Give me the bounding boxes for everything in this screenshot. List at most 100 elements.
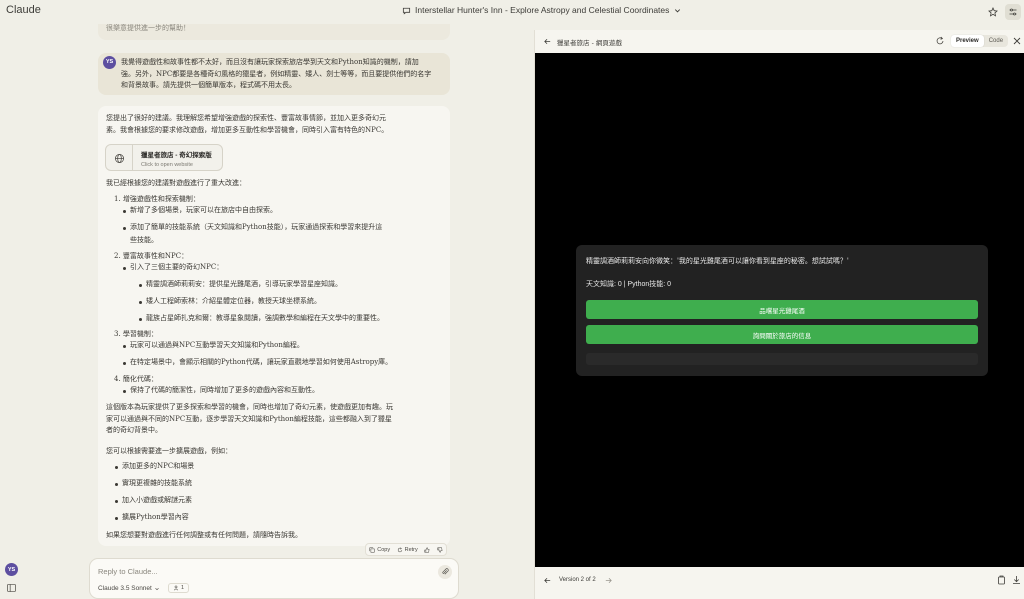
reply-input[interactable] bbox=[98, 567, 398, 576]
list-item: 實現更複雜的技能系統 bbox=[122, 479, 192, 487]
artifact-subtitle: Click to open website bbox=[141, 162, 193, 168]
bullet bbox=[123, 267, 126, 270]
user-line: 和背景故事。請先提供一個簡單版本，程式碼不用太長。 bbox=[121, 81, 296, 89]
copy-button[interactable]: Copy bbox=[369, 547, 390, 553]
list-item-continued: 些技能。 bbox=[130, 236, 158, 244]
chevron-down-icon bbox=[675, 8, 681, 12]
model-selector[interactable]: Claude 3.5 Sonnet bbox=[98, 585, 160, 592]
bullet bbox=[115, 483, 118, 486]
version-label: Version 2 of 2 bbox=[559, 577, 596, 583]
section-title: 2. 豐富故事性和NPC： bbox=[114, 252, 189, 260]
list-item: 龍族占星師扎克和爾：教導星象閱讀，強調數學和編程在天文學中的重要性。 bbox=[146, 314, 384, 322]
bullet bbox=[139, 318, 142, 321]
chevron-down-icon bbox=[155, 587, 159, 590]
bullet bbox=[115, 517, 118, 520]
close-icon[interactable] bbox=[1013, 37, 1021, 45]
list-item: 矮人工程師索林：介紹星體定位器，教授天球坐標系統。 bbox=[146, 297, 321, 305]
summary-line: 這個版本為玩家提供了更多探索和學習的機會，同時也增加了奇幻元素，使遊戲更加有趣。… bbox=[106, 403, 393, 411]
bullet bbox=[123, 227, 126, 230]
paperclip-icon bbox=[442, 568, 449, 575]
list-item: 玩家可以通過與NPC互動學習天文知識和Python編程。 bbox=[130, 341, 304, 349]
top-bar: Claude Interstellar Hunter's Inn - Explo… bbox=[0, 0, 1024, 24]
user-message: YS 我覺得遊戲性和故事性都不太好，而且沒有讓玩家探索旅店學到天文和Python… bbox=[98, 53, 450, 95]
artifact-panel: 獵星者旅店 - 網頁遊戲 Preview Code 精靈調酒師莉莉安向你微笑：'… bbox=[534, 30, 1024, 599]
bullet bbox=[115, 466, 118, 469]
next-version-icon[interactable] bbox=[604, 576, 613, 585]
section-title: 4. 簡化代碼： bbox=[114, 375, 158, 383]
sliders-icon bbox=[1009, 8, 1017, 16]
bullet bbox=[123, 390, 126, 393]
user-line: 強。另外，NPC都要是各種奇幻風格的獵星者，例如精靈、矮人、劍士等等，而且要提供… bbox=[121, 69, 432, 78]
game-window: 精靈調酒師莉莉安向你微笑：'我的星光雞尾酒可以讓你看到星座的秘密。想試試嗎？' … bbox=[576, 245, 988, 376]
chat-area: 很樂意提供進一步的幫助！ YS 我覺得遊戲性和故事性都不太好，而且沒有讓玩家探索… bbox=[0, 24, 534, 599]
chat-settings-button[interactable] bbox=[1005, 4, 1021, 20]
code-tab[interactable]: Code bbox=[984, 35, 1008, 47]
game-code-area bbox=[586, 353, 978, 365]
npc-dialogue: 精靈調酒師莉莉安向你微笑：'我的星光雞尾酒可以讓你看到星座的秘密。想試試嗎？' bbox=[586, 257, 849, 265]
message-actions: Copy Retry bbox=[365, 543, 447, 556]
reply-composer: Claude 3.5 Sonnet 1 bbox=[89, 558, 459, 599]
previous-message-tail: 很樂意提供進一步的幫助！ bbox=[98, 24, 450, 40]
chat-title-button[interactable]: Interstellar Hunter's Inn - Explore Astr… bbox=[402, 5, 682, 15]
list-item: 新增了多個場景，玩家可以在旅店中自由探索。 bbox=[130, 206, 277, 214]
thumbs-down-icon bbox=[437, 546, 443, 553]
style-selector[interactable]: 1 bbox=[168, 583, 190, 593]
bullet bbox=[123, 345, 126, 348]
list-item: 擴展Python學習內容 bbox=[122, 513, 189, 521]
summary-line: 家可以通過與不同的NPC互動，逐步學習天文知識和Python編程技能，這些都融入… bbox=[106, 414, 392, 423]
intro-line: 素。我會根據您的要求修改遊戲，增加更多互動性和學習機會，同時引入富有特色的NPC… bbox=[106, 125, 389, 134]
bullet bbox=[123, 362, 126, 365]
refresh-icon[interactable] bbox=[935, 36, 945, 46]
summary-paragraph: 這個版本為玩家提供了更多探索和學習的機會，同時也增加了奇幻元素，使遊戲更加有趣。… bbox=[106, 402, 393, 437]
choice-button-inn-info[interactable]: 詢問關於旅店的信息 bbox=[586, 325, 978, 344]
user-line: 我覺得遊戲性和故事性都不太好，而且沒有讓玩家探索旅店學到天文和Python知識的… bbox=[121, 58, 419, 66]
section-title: 1. 增強遊戲性和探索機制： bbox=[114, 195, 200, 203]
copy-icon bbox=[369, 546, 375, 553]
bullet bbox=[139, 301, 142, 304]
thumbs-down-button[interactable] bbox=[437, 546, 443, 553]
previous-message-text: 很樂意提供進一步的幫助！ bbox=[106, 24, 190, 32]
copy-icon[interactable] bbox=[997, 575, 1006, 585]
back-arrow-icon[interactable] bbox=[543, 37, 552, 46]
view-toggle: Preview Code bbox=[951, 35, 1009, 47]
preview-tab[interactable]: Preview bbox=[951, 35, 984, 47]
artifact-preview: 精靈調酒師莉莉安向你微笑：'我的星光雞尾酒可以讓你看到星座的秘密。想試試嗎？' … bbox=[535, 53, 1024, 567]
card-divider bbox=[132, 145, 133, 170]
artifact-panel-title: 獵星者旅店 - 網頁遊戲 bbox=[557, 39, 622, 47]
attach-button[interactable] bbox=[438, 565, 452, 579]
assistant-message: 您提出了很好的建議。我理解您希望增強遊戲的探索性、豐富故事情節，並加入更多奇幻元… bbox=[98, 106, 450, 546]
thumbs-up-icon bbox=[424, 546, 430, 553]
model-name: Claude 3.5 Sonnet bbox=[98, 585, 152, 592]
intro-line: 您提出了很好的建議。我理解您希望增強遊戲的探索性、豐富故事情節，並加入更多奇幻元 bbox=[106, 114, 386, 122]
artifact-card[interactable]: 獵星者旅店 - 奇幻探索版 Click to open website bbox=[105, 144, 223, 171]
star-button[interactable] bbox=[985, 4, 1001, 20]
retry-label: Retry bbox=[404, 546, 418, 553]
artifact-panel-footer: Version 2 of 2 bbox=[535, 567, 1024, 599]
previous-version-icon[interactable] bbox=[543, 576, 552, 585]
globe-icon bbox=[115, 154, 124, 163]
account-avatar[interactable]: YS bbox=[5, 563, 18, 576]
user-message-text: 我覺得遊戲性和故事性都不太好，而且沒有讓玩家探索旅店學到天文和Python知識的… bbox=[121, 57, 431, 92]
list-item: 引入了三個主要的奇幻NPC： bbox=[130, 263, 224, 271]
user-avatar: YS bbox=[103, 56, 116, 69]
further-heading: 您可以根據需要進一步擴展遊戲，例如： bbox=[106, 447, 232, 455]
thumbs-up-button[interactable] bbox=[424, 546, 430, 553]
assistant-intro: 您提出了很好的建議。我理解您希望增強遊戲的探索性、豐富故事情節，並加入更多奇幻元… bbox=[106, 113, 388, 136]
list-item: 在特定場景中，會顯示相關的Python代碼，讓玩家直觀地學習如何使用Astrop… bbox=[130, 358, 393, 366]
section-title: 3. 學習機制： bbox=[114, 330, 158, 338]
choice-button-cocktail[interactable]: 品嚐星光雞尾酒 bbox=[586, 300, 978, 319]
copy-label: Copy bbox=[377, 546, 391, 553]
retry-button[interactable]: Retry bbox=[397, 547, 418, 553]
person-icon bbox=[173, 585, 179, 591]
download-icon[interactable] bbox=[1012, 575, 1021, 585]
skill-stats: 天文知識: 0 | Python技能: 0 bbox=[586, 281, 672, 288]
list-item: 保持了代碼的簡潔性，同時增加了更多的遊戲內容和互動性。 bbox=[130, 386, 319, 394]
sidebar-toggle-icon[interactable] bbox=[7, 584, 16, 592]
bullet bbox=[115, 500, 118, 503]
style-count: 1 bbox=[181, 585, 185, 591]
retry-icon bbox=[397, 547, 402, 552]
list-item: 加入小遊戲或解謎元素 bbox=[122, 496, 192, 504]
chat-bubble-icon bbox=[402, 7, 411, 14]
chat-title: Interstellar Hunter's Inn - Explore Astr… bbox=[415, 5, 670, 15]
summary-line: 者的奇幻背景中。 bbox=[106, 426, 162, 434]
